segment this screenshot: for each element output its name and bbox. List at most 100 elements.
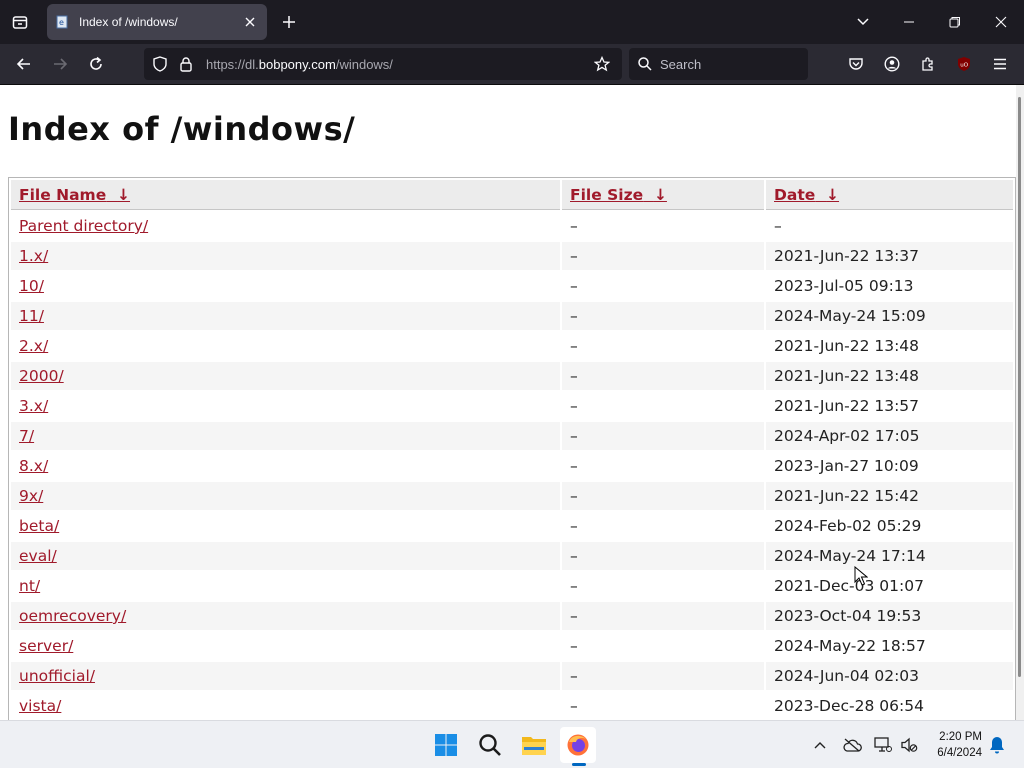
file-name-cell: vista/ bbox=[11, 692, 560, 720]
extensions-icon[interactable] bbox=[916, 52, 940, 76]
system-clock[interactable]: 2:20 PM 6/4/2024 bbox=[926, 729, 982, 761]
page-title: Index of /windows/ bbox=[8, 110, 356, 148]
sort-down-arrow-icon: ↓ bbox=[653, 185, 667, 204]
file-link[interactable]: nt/ bbox=[19, 577, 40, 595]
search-icon bbox=[637, 56, 653, 72]
date-cell: 2021-Jun-22 13:48 bbox=[774, 337, 920, 355]
file-link[interactable]: 11/ bbox=[19, 307, 44, 325]
vertical-scrollbar[interactable] bbox=[1016, 85, 1024, 720]
onedrive-cloud-icon[interactable] bbox=[842, 735, 862, 755]
date-cell: 2024-Jun-04 02:03 bbox=[766, 662, 1013, 690]
url-prefix: https://dl. bbox=[206, 57, 259, 72]
table-row: 8.x/ – 2023-Jan-27 10:09 bbox=[11, 452, 1013, 480]
date-cell: 2021-Jun-22 13:37 bbox=[766, 242, 1013, 270]
column-header-date[interactable]: Date ↓ bbox=[766, 180, 1013, 210]
file-size-cell: – bbox=[570, 457, 578, 475]
date-cell: 2021-Jun-22 15:42 bbox=[766, 482, 1013, 510]
start-icon[interactable] bbox=[428, 727, 464, 763]
file-size-cell: – bbox=[570, 577, 578, 595]
lock-icon[interactable] bbox=[178, 56, 194, 72]
taskbar-search-icon[interactable] bbox=[472, 727, 508, 763]
ublock-origin-icon[interactable]: uO bbox=[952, 52, 976, 76]
clock-time: 2:20 PM bbox=[939, 731, 982, 743]
file-name-cell: 9x/ bbox=[11, 482, 560, 510]
active-tab[interactable]: e Index of /windows/ bbox=[47, 4, 267, 40]
menu-hamburger-icon[interactable] bbox=[988, 52, 1012, 76]
file-link[interactable]: server/ bbox=[19, 637, 73, 655]
back-icon[interactable] bbox=[12, 52, 36, 76]
address-bar[interactable]: https://dl.bobpony.com/windows/ bbox=[144, 48, 622, 80]
file-size-cell: – bbox=[570, 277, 578, 295]
file-link[interactable]: 9x/ bbox=[19, 487, 43, 505]
minimize-icon[interactable] bbox=[886, 0, 932, 44]
mouse-cursor-icon bbox=[854, 566, 868, 586]
file-size-cell: – bbox=[562, 302, 764, 330]
file-size-cell: – bbox=[562, 602, 764, 630]
file-size-cell: – bbox=[570, 637, 578, 655]
table-row: 10/ – 2023-Jul-05 09:13 bbox=[11, 272, 1013, 300]
table-row: 3.x/ – 2021-Jun-22 13:57 bbox=[11, 392, 1013, 420]
pocket-icon[interactable] bbox=[844, 52, 868, 76]
date-cell: – bbox=[774, 217, 782, 235]
file-name-cell: 2000/ bbox=[11, 362, 560, 390]
file-name-cell: beta/ bbox=[11, 512, 560, 540]
search-bar[interactable]: Search bbox=[629, 48, 808, 80]
file-link[interactable]: 1.x/ bbox=[19, 247, 48, 265]
notification-bell-icon[interactable] bbox=[987, 735, 1007, 755]
bookmark-star-icon[interactable] bbox=[594, 56, 610, 72]
file-link[interactable]: 10/ bbox=[19, 277, 44, 295]
scrollbar-thumb[interactable] bbox=[1018, 97, 1021, 677]
date-cell: 2024-May-22 18:57 bbox=[774, 637, 926, 655]
reload-icon[interactable] bbox=[84, 52, 108, 76]
column-header-file-name[interactable]: File Name ↓ bbox=[11, 180, 560, 210]
file-link[interactable]: beta/ bbox=[19, 517, 59, 535]
network-icon[interactable] bbox=[873, 735, 893, 755]
tracking-protection-shield-icon[interactable] bbox=[152, 56, 168, 72]
show-hidden-icons-chevron-up-icon[interactable] bbox=[810, 735, 830, 755]
file-name-cell: nt/ bbox=[11, 572, 560, 600]
file-link[interactable]: 8.x/ bbox=[19, 457, 48, 475]
file-name-cell: 11/ bbox=[11, 302, 560, 330]
date-cell: 2023-Jan-27 10:09 bbox=[774, 457, 919, 475]
close-window-icon[interactable] bbox=[978, 0, 1024, 44]
account-icon[interactable] bbox=[880, 52, 904, 76]
file-name-cell: 10/ bbox=[11, 272, 560, 300]
list-all-tabs-icon[interactable] bbox=[840, 0, 886, 44]
table-row: 2.x/ – 2021-Jun-22 13:48 bbox=[11, 332, 1013, 360]
file-size-cell: – bbox=[570, 337, 578, 355]
file-link[interactable]: 2000/ bbox=[19, 367, 64, 385]
page-content: Index of /windows/ File Name ↓ File Size… bbox=[0, 85, 1016, 720]
file-size-cell: – bbox=[562, 482, 764, 510]
sort-down-arrow-icon: ↓ bbox=[826, 185, 840, 204]
search-placeholder: Search bbox=[660, 57, 702, 72]
table-row: beta/ – 2024-Feb-02 05:29 bbox=[11, 512, 1013, 540]
file-name-cell: 2.x/ bbox=[11, 332, 560, 360]
file-link[interactable]: 2.x/ bbox=[19, 337, 48, 355]
column-header-file-size[interactable]: File Size ↓ bbox=[562, 180, 764, 210]
file-size-cell: – bbox=[562, 242, 764, 270]
file-link[interactable]: vista/ bbox=[19, 697, 61, 715]
sort-by-size-link[interactable]: File Size ↓ bbox=[570, 186, 667, 204]
file-link[interactable]: 3.x/ bbox=[19, 397, 48, 415]
directory-listing: File Name ↓ File Size ↓ Date ↓ Parent di… bbox=[8, 177, 1016, 720]
file-link[interactable]: oemrecovery/ bbox=[19, 607, 126, 625]
file-explorer-icon[interactable] bbox=[516, 727, 552, 763]
file-link[interactable]: Parent directory/ bbox=[19, 217, 148, 235]
file-link[interactable]: 7/ bbox=[19, 427, 34, 445]
file-link[interactable]: unofficial/ bbox=[19, 667, 95, 685]
firefox-icon[interactable] bbox=[560, 727, 596, 763]
sort-by-name-link[interactable]: File Name ↓ bbox=[19, 186, 130, 204]
table-row: Parent directory/ – – bbox=[11, 212, 1013, 240]
file-link[interactable]: eval/ bbox=[19, 547, 57, 565]
url-text[interactable]: https://dl.bobpony.com/windows/ bbox=[206, 57, 393, 72]
sort-by-date-link[interactable]: Date ↓ bbox=[774, 186, 839, 204]
firefox-view-icon[interactable] bbox=[8, 10, 32, 34]
restore-icon[interactable] bbox=[932, 0, 978, 44]
volume-muted-icon[interactable] bbox=[899, 735, 919, 755]
new-tab-icon[interactable] bbox=[278, 11, 300, 33]
close-tab-icon[interactable] bbox=[241, 13, 259, 31]
forward-icon[interactable] bbox=[48, 52, 72, 76]
file-name-cell: 3.x/ bbox=[11, 392, 560, 420]
file-name-cell: unofficial/ bbox=[11, 662, 560, 690]
date-cell: 2023-Jul-05 09:13 bbox=[774, 277, 914, 295]
